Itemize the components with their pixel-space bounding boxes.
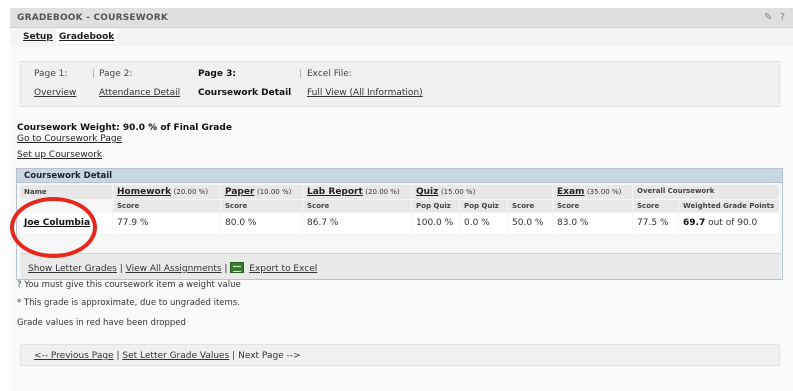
excel-icon[interactable] (230, 262, 245, 273)
weight-note: ? You must give this coursework item a w… (17, 280, 241, 290)
gradebook-titlebar: GRADEBOOK - COURSEWORK ✎ ? (10, 8, 793, 28)
coursework-detail-title: Coursework Detail (24, 171, 113, 181)
paper-score: 80.0 % (221, 213, 302, 233)
page-2-column: Page 2: Attendance Detail (99, 69, 180, 98)
bottom-nav-items: <-- Previous Page | Set Letter Grade Val… (34, 351, 301, 361)
homework-weight: (20.00 %) (173, 188, 209, 196)
actions-separator: | (224, 264, 228, 274)
coursework-detail-current: Coursework Detail (198, 88, 292, 98)
exam-category-link[interactable]: Exam (557, 187, 584, 197)
lab-report-header: Lab Report (20.00 %) (303, 185, 411, 199)
weighted-grade-points: 69.7 out of 90.0 (679, 213, 779, 233)
coursework-detail-panel: Coursework Detail Name Homework (20.00 %… (16, 168, 783, 280)
overall-score: 77.5 % (633, 213, 678, 233)
full-view-link[interactable]: Full View (All Information) (307, 88, 423, 98)
highlight-ring-annotation (10, 197, 97, 258)
overview-link[interactable]: Overview (34, 88, 76, 98)
overall-coursework-header: Overall Coursework (633, 185, 779, 199)
quiz-header: Quiz (15.00 %) (412, 185, 552, 199)
homework-score: 77.9 % (113, 213, 220, 233)
show-letter-grades-link[interactable]: Show Letter Grades (28, 264, 117, 274)
exam-header: Exam (35.00 %) (553, 185, 632, 199)
paper-header: Paper (10.00 %) (221, 185, 302, 199)
help-icon[interactable]: ? (780, 12, 785, 23)
homework-header: Homework (20.00 %) (113, 185, 220, 199)
quiz-weight: (15.00 %) (440, 188, 476, 196)
pop-quiz-1-header: Pop Quiz (412, 200, 459, 212)
overall-score-header: Score (633, 200, 678, 212)
exam-score-header: Score (553, 200, 632, 212)
excel-file-column: Excel File: Full View (All Information) (307, 69, 423, 98)
paper-category-link[interactable]: Paper (225, 187, 254, 197)
previous-page-link[interactable]: <-- Previous Page (34, 351, 114, 361)
page-1-label: Page 1: (34, 69, 68, 79)
tab-bar: Setup Gradebook (10, 28, 793, 46)
lab-report-score: 86.7 % (303, 213, 411, 233)
weighted-points-value: 69.7 (683, 218, 706, 228)
pop-quiz-2-header: Pop Quiz (460, 200, 507, 212)
page-navigation: Page 1: Overview | Page 2: Attendance De… (20, 61, 780, 107)
name-header-label: Name (24, 188, 47, 196)
page-3-label: Page 3: (198, 69, 236, 79)
actions-separator: | (119, 264, 123, 274)
titlebar-icons: ✎ ? (760, 12, 785, 23)
approximate-note: * This grade is approximate, due to ungr… (17, 298, 240, 308)
page-3-column: Page 3: Coursework Detail (198, 69, 291, 98)
page-2-label: Page 2: (99, 69, 133, 79)
bottom-nav-separator: | (116, 351, 120, 361)
lab-report-weight: (20.00 %) (365, 188, 400, 196)
pop-quiz-2-score: 0.0 % (460, 213, 507, 233)
view-all-assignments-link[interactable]: View All Assignments (126, 264, 222, 274)
bottom-navigation: <-- Previous Page | Set Letter Grade Val… (20, 344, 780, 366)
quiz-category-link[interactable]: Quiz (416, 187, 438, 197)
set-up-coursework-link[interactable]: Set up Coursework (17, 150, 102, 160)
set-letter-grade-values-link[interactable]: Set Letter Grade Values (122, 351, 229, 361)
go-to-coursework-link[interactable]: Go to Coursework Page (17, 134, 122, 144)
pop-quiz-1-score: 100.0 % (412, 213, 459, 233)
tab-gradebook[interactable]: Gradebook (56, 29, 118, 44)
homework-score-header: Score (113, 200, 220, 212)
weighted-points-suffix: out of 90.0 (708, 218, 758, 228)
weighted-grade-points-header: Weighted Grade Points (679, 200, 779, 212)
paper-weight: (10.00 %) (256, 188, 292, 196)
next-page-label: Next Page --> (238, 351, 301, 361)
page-nav-divider: | (92, 69, 96, 79)
paper-score-header: Score (221, 200, 302, 212)
detail-actions-bar: Show Letter Grades | View All Assignment… (20, 253, 781, 279)
window-title: GRADEBOOK - COURSEWORK (17, 13, 169, 23)
coursework-weight: Coursework Weight: 90.0 % of Final Grade (17, 123, 232, 133)
content-area: Page 1: Overview | Page 2: Attendance De… (10, 46, 793, 391)
exam-weight: (35.00 %) (586, 188, 622, 196)
exam-score: 83.0 % (553, 213, 632, 233)
homework-category-link[interactable]: Homework (117, 187, 171, 197)
bottom-nav-separator: | (232, 351, 236, 361)
edit-icon[interactable]: ✎ (764, 12, 772, 23)
page-nav-divider: | (299, 69, 303, 79)
export-to-excel-link[interactable]: Export to Excel (249, 264, 317, 274)
lab-report-category-link[interactable]: Lab Report (307, 187, 363, 197)
page-1-column: Page 1: Overview (34, 69, 76, 98)
coursework-detail-header: Coursework Detail (17, 169, 782, 183)
dropped-note: Grade values in red have been dropped (17, 318, 186, 328)
detail-actions: Show Letter Grades | View All Assignment… (28, 262, 317, 274)
quiz-score: 50.0 % (508, 213, 552, 233)
attendance-detail-link[interactable]: Attendance Detail (99, 88, 180, 98)
quiz-score-header: Score (508, 200, 552, 212)
excel-file-label: Excel File: (307, 69, 352, 79)
tab-setup[interactable]: Setup (20, 31, 56, 43)
name-header: Name (20, 185, 112, 199)
lab-report-score-header: Score (303, 200, 411, 212)
